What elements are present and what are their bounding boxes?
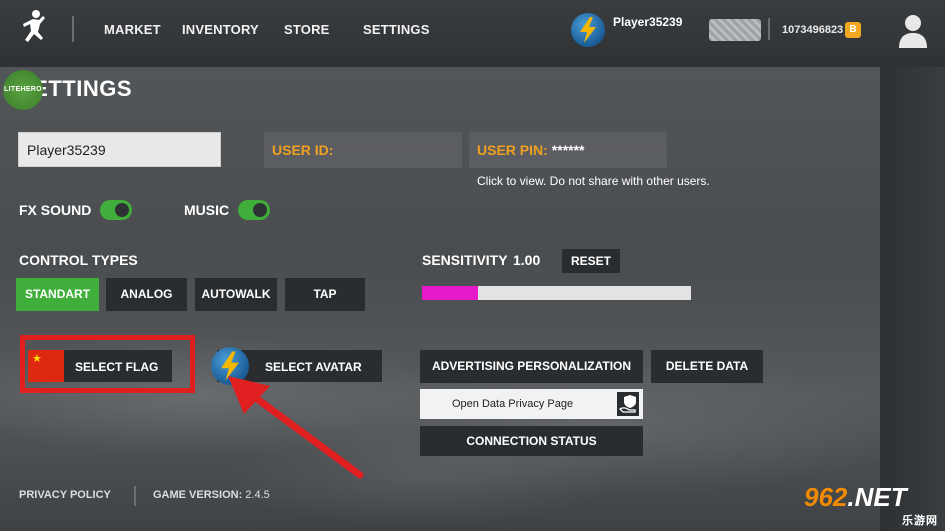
pin-hint-text: Click to view. Do not share with other u…	[477, 174, 710, 188]
privacy-policy-link[interactable]: PRIVACY POLICY	[19, 489, 111, 501]
fx-sound-toggle[interactable]	[100, 200, 132, 220]
advertising-personalization-button[interactable]: ADVERTISING PERSONALIZATION	[420, 350, 643, 383]
user-id-label: USER ID:	[272, 142, 334, 158]
fx-sound-label: FX SOUND	[19, 202, 92, 218]
coin-icon: B	[845, 22, 861, 38]
control-types-title: CONTROL TYPES	[19, 252, 138, 268]
sensitivity-reset-button[interactable]: RESET	[562, 249, 620, 273]
right-side-panel	[880, 67, 945, 531]
site-watermark: 962.NET 乐游网	[804, 482, 942, 528]
control-tap-button[interactable]: TAP	[285, 278, 365, 311]
control-autowalk-button[interactable]: AUTOWALK	[195, 278, 277, 311]
coin-balance: 1073496823	[782, 24, 844, 36]
music-label: MUSIC	[184, 202, 230, 218]
highlight-box	[20, 335, 195, 393]
currency-divider	[768, 18, 770, 40]
user-pin-field[interactable]: USER PIN: ******	[469, 132, 667, 168]
nav-settings[interactable]: SETTINGS	[363, 22, 430, 37]
privacy-shield-icon	[617, 392, 639, 416]
player-name-input[interactable]: Player35239	[18, 132, 221, 167]
connection-status-button[interactable]: CONNECTION STATUS	[420, 426, 643, 456]
profile-icon[interactable]	[898, 12, 928, 48]
player-username: Player35239	[613, 15, 683, 29]
open-privacy-page-button[interactable]: Open Data Privacy Page	[420, 389, 643, 419]
watermark-subtitle: 乐游网	[902, 515, 938, 527]
sensitivity-value: 1.00	[513, 252, 541, 268]
control-standart-button[interactable]: STANDART	[16, 278, 99, 311]
game-version-value: 2.4.5	[245, 489, 270, 501]
nav-market[interactable]: MARKET	[104, 22, 161, 37]
sensitivity-slider[interactable]	[422, 286, 691, 300]
nav-store[interactable]: STORE	[284, 22, 330, 37]
control-analog-button[interactable]: ANALOG	[106, 278, 187, 311]
player-avatar-icon[interactable]	[571, 13, 605, 47]
delete-data-button[interactable]: DELETE DATA	[651, 350, 763, 383]
currency-card-icon	[709, 19, 761, 41]
nav-divider	[72, 16, 74, 42]
game-version: GAME VERSION: 2.4.5	[153, 489, 270, 501]
red-arrow-icon	[228, 376, 364, 479]
footer-divider	[134, 486, 136, 506]
user-id-field[interactable]: USER ID:	[264, 132, 462, 168]
watermark-brand: 962.NET	[804, 482, 907, 512]
game-logo-icon[interactable]	[16, 8, 50, 53]
open-privacy-page-label: Open Data Privacy Page	[452, 398, 574, 410]
user-pin-label: USER PIN:	[477, 142, 548, 158]
user-pin-value: ******	[551, 142, 585, 158]
liteheroes-watermark-badge: LITEHERO	[3, 70, 43, 110]
sensitivity-slider-fill	[422, 286, 479, 300]
nav-inventory[interactable]: INVENTORY	[182, 22, 259, 37]
music-toggle[interactable]	[238, 200, 270, 220]
sensitivity-label: SENSITIVITY	[422, 252, 508, 268]
game-version-label: GAME VERSION:	[153, 489, 243, 501]
